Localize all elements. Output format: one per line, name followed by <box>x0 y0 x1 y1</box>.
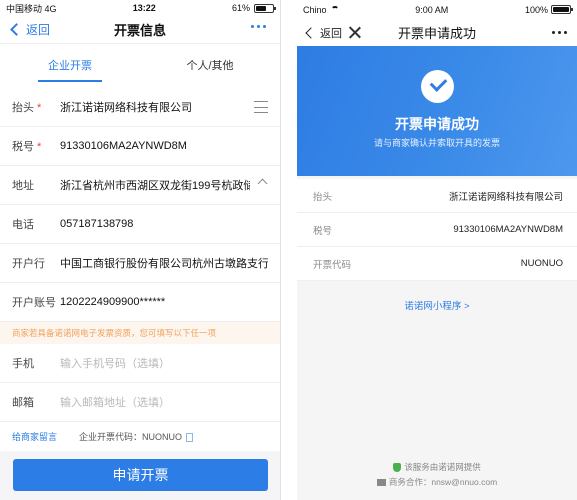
bank-field[interactable]: 开户行 中国工商银行股份有限公司杭州古墩路支行 <box>0 244 280 283</box>
summary-value: 91330106MA2AYNWD8M <box>453 224 563 235</box>
title-field[interactable]: 抬头 * 浙江诺诺网络科技有限公司 <box>0 88 280 127</box>
status-bar: 中国移动 4G 13:22 61% <box>0 0 280 16</box>
screenshot-stage: 中国移动 4G 13:22 61% 返回 开票信息 企业开票 个人/其他 抬头 *… <box>0 0 577 500</box>
check-circle-icon <box>421 70 454 103</box>
summary-label: 抬头 <box>313 191 333 203</box>
status-time: 9:00 AM <box>415 4 449 15</box>
leave-message-link[interactable]: 给商家留言 <box>12 430 57 443</box>
address-value[interactable]: 浙江省杭州市西湖区双龙街199号杭政储出 <box>60 177 250 193</box>
bank-label: 开户行 <box>12 258 45 270</box>
summary-value: 浙江诺诺网络科技有限公司 <box>448 191 563 203</box>
battery-info: 61% <box>232 3 276 13</box>
summary-label: 开票代码 <box>313 259 352 271</box>
invoice-success-screen: Chino 9:00 AM 100% 返回 开票申请成功 开票申请成功 请与商家… <box>297 0 577 500</box>
bank-value[interactable]: 中国工商银行股份有限公司杭州古墩路支行 <box>60 255 268 271</box>
tab-personal[interactable]: 个人/其他 <box>140 44 280 88</box>
invoice-info-screen: 中国移动 4G 13:22 61% 返回 开票信息 企业开票 个人/其他 抬头 *… <box>0 0 281 500</box>
status-time: 13:22 <box>132 3 156 13</box>
nav-bar: 返回 开票申请成功 <box>297 19 577 46</box>
invoice-form: 抬头 * 浙江诺诺网络科技有限公司 税号 * 91330106MA2AYNWD8M … <box>0 88 280 322</box>
wifi-icon <box>330 6 339 14</box>
back-label: 返回 <box>26 23 51 37</box>
tab-enterprise[interactable]: 企业开票 <box>0 44 140 88</box>
title-label: 抬头 * <box>12 102 42 114</box>
qualification-notice: 商家若具备诺诺网电子发票资质，您可填写以下任一项 <box>0 322 280 344</box>
back-button[interactable]: 返回 <box>10 21 51 38</box>
account-value[interactable]: 1202224909900****** <box>60 296 268 308</box>
phone-label: 电话 <box>12 219 34 231</box>
carrier-info: Chino <box>303 5 339 15</box>
copy-icon[interactable] <box>186 433 194 443</box>
tax-no-field[interactable]: 税号 * 91330106MA2AYNWD8M <box>0 127 280 166</box>
title-value[interactable]: 浙江诺诺网络科技有限公司 <box>60 99 268 115</box>
email-field[interactable]: 邮箱 输入邮箱地址（选填） <box>0 383 280 422</box>
status-bar: Chino 9:00 AM 100% <box>297 0 577 19</box>
list-icon[interactable] <box>254 101 268 113</box>
success-title: 开票申请成功 <box>395 116 479 132</box>
back-button[interactable]: 返回 <box>305 25 342 41</box>
account-field[interactable]: 开户账号 1202224909900****** <box>0 283 280 322</box>
contact-form: 手机 输入手机号码（选填） 邮箱 输入邮箱地址（选填） <box>0 344 280 422</box>
more-icon[interactable] <box>251 25 266 28</box>
mobile-input[interactable]: 输入手机号码（选填） <box>60 355 268 371</box>
summary-row-tax-no: 税号 91330106MA2AYNWD8M <box>297 213 577 247</box>
business-contact: 商务合作：nnsw@nnuo.com <box>297 476 577 488</box>
email-label: 邮箱 <box>12 397 34 409</box>
summary-row-code: 开票代码 NUONUO <box>297 247 577 281</box>
account-label: 开户账号 <box>12 297 56 309</box>
invoice-type-tabs: 企业开票 个人/其他 <box>0 44 280 88</box>
mobile-label: 手机 <box>12 358 34 370</box>
chevron-left-icon <box>305 26 317 39</box>
service-provider-note: 该服务由诺诺网提供 <box>297 461 577 473</box>
shield-icon <box>393 463 402 473</box>
mail-icon <box>376 479 386 487</box>
success-banner: 开票申请成功 请与商家确认并索取开具的发票 <box>297 46 577 176</box>
address-field[interactable]: 地址 浙江省杭州市西湖区双龙街199号杭政储出 <box>0 166 280 205</box>
close-icon[interactable] <box>348 26 361 39</box>
nav-bar: 返回 开票信息 <box>0 16 280 44</box>
enterprise-code: 企业开票代码：NUONUO <box>79 430 194 443</box>
back-label: 返回 <box>320 27 342 40</box>
apply-invoice-button[interactable]: 申请开票 <box>13 459 268 491</box>
chevron-up-icon[interactable] <box>257 178 268 189</box>
tax-no-value[interactable]: 91330106MA2AYNWD8M <box>60 140 268 152</box>
email-input[interactable]: 输入邮箱地址（选填） <box>60 394 268 410</box>
summary-row-title: 抬头 浙江诺诺网络科技有限公司 <box>297 179 577 213</box>
mini-program-link[interactable]: 诺诺网小程序 > <box>297 298 577 312</box>
mobile-field[interactable]: 手机 输入手机号码（选填） <box>0 344 280 383</box>
invoice-summary: 抬头 浙江诺诺网络科技有限公司 税号 91330106MA2AYNWD8M 开票… <box>297 179 577 281</box>
battery-info: 100% <box>525 5 573 15</box>
more-icon[interactable] <box>552 31 567 34</box>
address-label: 地址 <box>12 180 34 192</box>
phone-field[interactable]: 电话 057187138798 <box>0 205 280 244</box>
phone-value[interactable]: 057187138798 <box>60 218 268 230</box>
battery-icon <box>254 3 276 13</box>
form-footer: 给商家留言 企业开票代码：NUONUO <box>0 422 280 451</box>
success-subtitle: 请与商家确认并索取开具的发票 <box>373 138 500 148</box>
carrier-info: 中国移动 4G <box>6 3 57 14</box>
tax-no-label: 税号 * <box>12 141 42 153</box>
summary-label: 税号 <box>313 225 333 237</box>
chevron-left-icon <box>10 23 23 36</box>
battery-icon <box>550 5 573 14</box>
summary-value: NUONUO <box>520 258 563 269</box>
